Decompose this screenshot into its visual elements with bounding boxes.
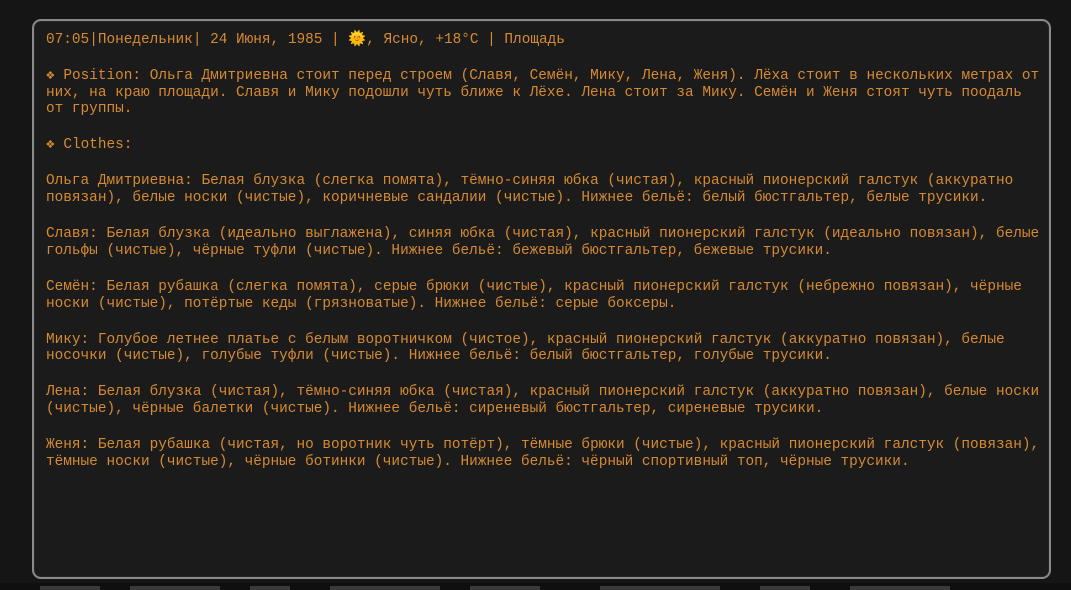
clothes-item: Лена: Белая блузка (чистая), тёмно-синяя… — [46, 384, 1044, 417]
clothes-item: Женя: Белая рубашка (чистая, но воротник… — [46, 437, 1044, 470]
character-name: Семён: — [46, 278, 98, 295]
sun-icon: 🌞 — [348, 32, 367, 48]
clothes-description: Белая рубашка (слегка помята), серые брю… — [46, 278, 1022, 312]
clothes-description: Белая рубашка (чистая, но воротник чуть … — [46, 436, 1040, 470]
clothes-item: Мику: Голубое летнее платье с белым воро… — [46, 332, 1044, 365]
diamond-bullet-icon: ❖ — [46, 137, 55, 154]
clothes-heading: ❖ Clothes: — [46, 137, 1044, 154]
header-weather: Ясно, +18°C — [383, 32, 479, 48]
clothes-description: Белая блузка (чистая), тёмно-синяя юбка … — [46, 384, 1040, 417]
header-day: Понедельник — [97, 32, 193, 48]
position-label: Position: — [63, 68, 142, 84]
clothes-description: Белая блузка (идеально выглажена), синяя… — [46, 226, 1040, 259]
next-message-fragment — [0, 583, 1071, 590]
clothes-description: Голубое летнее платье с белым воротничко… — [46, 331, 1005, 365]
clothes-item: Семён: Белая рубашка (слегка помята), се… — [46, 279, 1044, 312]
header-date: 24 Июня, 1985 — [210, 32, 323, 48]
header-time: 07:05 — [46, 32, 90, 48]
clothes-item: Славя: Белая блузка (идеально выглажена)… — [46, 226, 1044, 259]
character-name: Женя: — [46, 436, 90, 453]
position-text: Ольга Дмитриевна стоит перед строем (Сла… — [46, 68, 1040, 118]
message-panel: 07:05|Понедельник| 24 Июня, 1985 | 🌞, Яс… — [32, 19, 1051, 579]
character-name: Лена: — [46, 384, 90, 401]
clothes-label: Clothes: — [63, 137, 133, 154]
position-section: ❖ Position: Ольга Дмитриевна стоит перед… — [46, 68, 1044, 118]
diamond-bullet-icon: ❖ — [46, 68, 55, 84]
previous-message-fragment — [0, 0, 1071, 12]
clothes-item: Ольга Дмитриевна: Белая блузка (слегка п… — [46, 173, 1044, 206]
header-location: Площадь — [504, 32, 565, 48]
status-content: 07:05|Понедельник| 24 Июня, 1985 | 🌞, Яс… — [46, 32, 1044, 490]
character-name: Мику: — [46, 331, 90, 348]
character-name: Славя: — [46, 226, 98, 243]
status-header: 07:05|Понедельник| 24 Июня, 1985 | 🌞, Яс… — [46, 32, 565, 48]
character-name: Ольга Дмитриевна: — [46, 173, 193, 190]
